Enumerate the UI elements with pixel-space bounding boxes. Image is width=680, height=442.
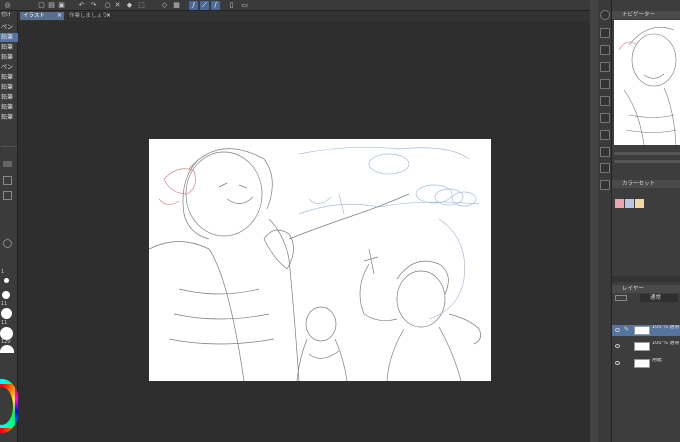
grid-icon[interactable]: ▦ [172,1,181,10]
tool-property-panel: 付け ペン 鉛筆 鉛筆 鉛筆 ペン 鉛筆 鉛筆 鉛筆 鉛筆 鉛筆 1 11 11… [0,11,20,442]
brush-size-label: 11 [1,301,8,307]
eye-icon[interactable] [615,328,620,332]
tool-item[interactable]: 鉛筆 [0,43,18,52]
tool-item[interactable]: 鉛筆 [0,33,18,42]
tool-item[interactable]: 鉛筆 [0,53,18,62]
brush-size-dot[interactable] [0,345,14,353]
open-file-icon[interactable]: ▤ [47,1,56,10]
layer-thumbnail [634,342,650,351]
eye-icon[interactable] [615,361,620,365]
tool-setting-icon[interactable] [3,176,12,185]
phone-icon[interactable]: ▯ [227,1,236,10]
main-toolbar: ◎ ▢ ▤ ▣ ↶ ↷ ○ ✕ ◆ ⬚ ◇ ▦ / ⟋ ∕ ▯ ▭ [0,0,680,11]
transform-icon[interactable]: ⬚ [137,1,146,10]
brush-size-dot[interactable] [4,278,9,283]
blend-mode-select[interactable]: 通常 [640,294,678,302]
document-tab-bar: イラスト × 作業しましょう × [18,11,590,21]
drawing-canvas[interactable] [148,139,491,382]
layer-option-icon[interactable] [615,295,627,301]
layers-panel-title: レイヤー [612,285,680,293]
tool-item[interactable]: ペン [0,23,18,32]
tool-setting-icon[interactable] [3,191,12,200]
fill-icon[interactable]: ◆ [125,1,134,10]
new-file-icon[interactable]: ▢ [37,1,46,10]
clear-icon[interactable]: ✕ [113,1,122,10]
color-swatch[interactable] [615,199,624,208]
shape-icon[interactable]: ○ [103,1,112,10]
undo-icon[interactable]: ↶ [77,1,86,10]
zoom-slider[interactable] [614,152,680,155]
pen-curve-icon[interactable]: ⟋ [200,1,209,10]
layer-thumbnail [634,359,650,368]
app-icon[interactable]: ◎ [3,1,12,10]
brush-size-label: 1 [1,269,5,275]
camera-icon[interactable] [600,180,610,190]
brush-size-label: 11 [1,320,8,326]
ruler-icon[interactable]: ◇ [160,1,169,10]
folder-icon[interactable] [600,163,610,173]
tool-item[interactable]: 鉛筆 [0,73,18,82]
rough-sketch [148,146,481,382]
divider [1,146,17,147]
tool-item[interactable]: ペン [0,63,18,72]
folder-icon[interactable] [600,130,610,140]
folder-icon[interactable] [600,147,610,157]
folder-icon[interactable] [600,79,610,89]
layer-property-icon[interactable] [600,45,610,55]
layer-thumbnail [634,326,650,335]
color-swatch[interactable] [635,199,644,208]
redo-icon[interactable]: ↷ [89,1,98,10]
folder-icon[interactable] [600,113,610,123]
workspace-scrollbar[interactable] [590,0,598,442]
tablet-icon[interactable]: ▭ [240,1,249,10]
close-icon[interactable]: × [106,12,111,19]
tool-item[interactable]: 鉛筆 [0,113,18,122]
tool-item[interactable]: 鉛筆 [0,83,18,92]
save-icon[interactable]: ▣ [57,1,66,10]
folder-icon[interactable] [600,96,610,106]
folder-icon[interactable] [3,161,12,167]
pen-smooth-icon[interactable]: ∕ [211,1,220,10]
delete-icon[interactable] [600,62,610,72]
pen-icon: ✎ [624,326,630,333]
panel-separator [612,276,680,282]
layer-name: 100 % 通常 ラフ [652,325,680,330]
color-swatch[interactable] [625,199,634,208]
tool-panel-title: 付け [1,12,12,18]
navigator-preview[interactable] [614,20,680,145]
brush-size-dot[interactable] [1,308,12,319]
color-palette-title: カラーセット [612,180,680,188]
brush-size-dot[interactable] [2,291,10,299]
layer-name: 用紙 [652,358,663,363]
layer-row[interactable]: 100 % 通常 レイヤー [612,341,680,352]
layer-row[interactable]: 用紙 [612,358,680,369]
material-icon[interactable] [600,28,610,38]
stabilizer-icon[interactable] [3,239,12,248]
close-icon[interactable]: × [57,12,62,19]
search-icon[interactable] [600,10,610,20]
layer-row[interactable]: ✎ 100 % 通常 ラフ [612,325,680,336]
rotate-slider[interactable] [614,160,680,163]
panel-icon-column [598,0,612,442]
navigator-title: ナビゲーター [612,11,680,19]
tool-item[interactable]: 鉛筆 [0,93,18,102]
layer-name: 100 % 通常 レイヤー [652,341,680,346]
pen-line-icon[interactable]: / [189,1,198,10]
navigator-thumbnail [618,26,677,145]
right-panel: ナビゲーター カラーセット レイヤー 通常 ✎ 100 % 通常 ラフ 100 … [612,0,680,442]
eye-icon[interactable] [615,344,620,348]
tool-item[interactable]: 鉛筆 [0,103,18,112]
